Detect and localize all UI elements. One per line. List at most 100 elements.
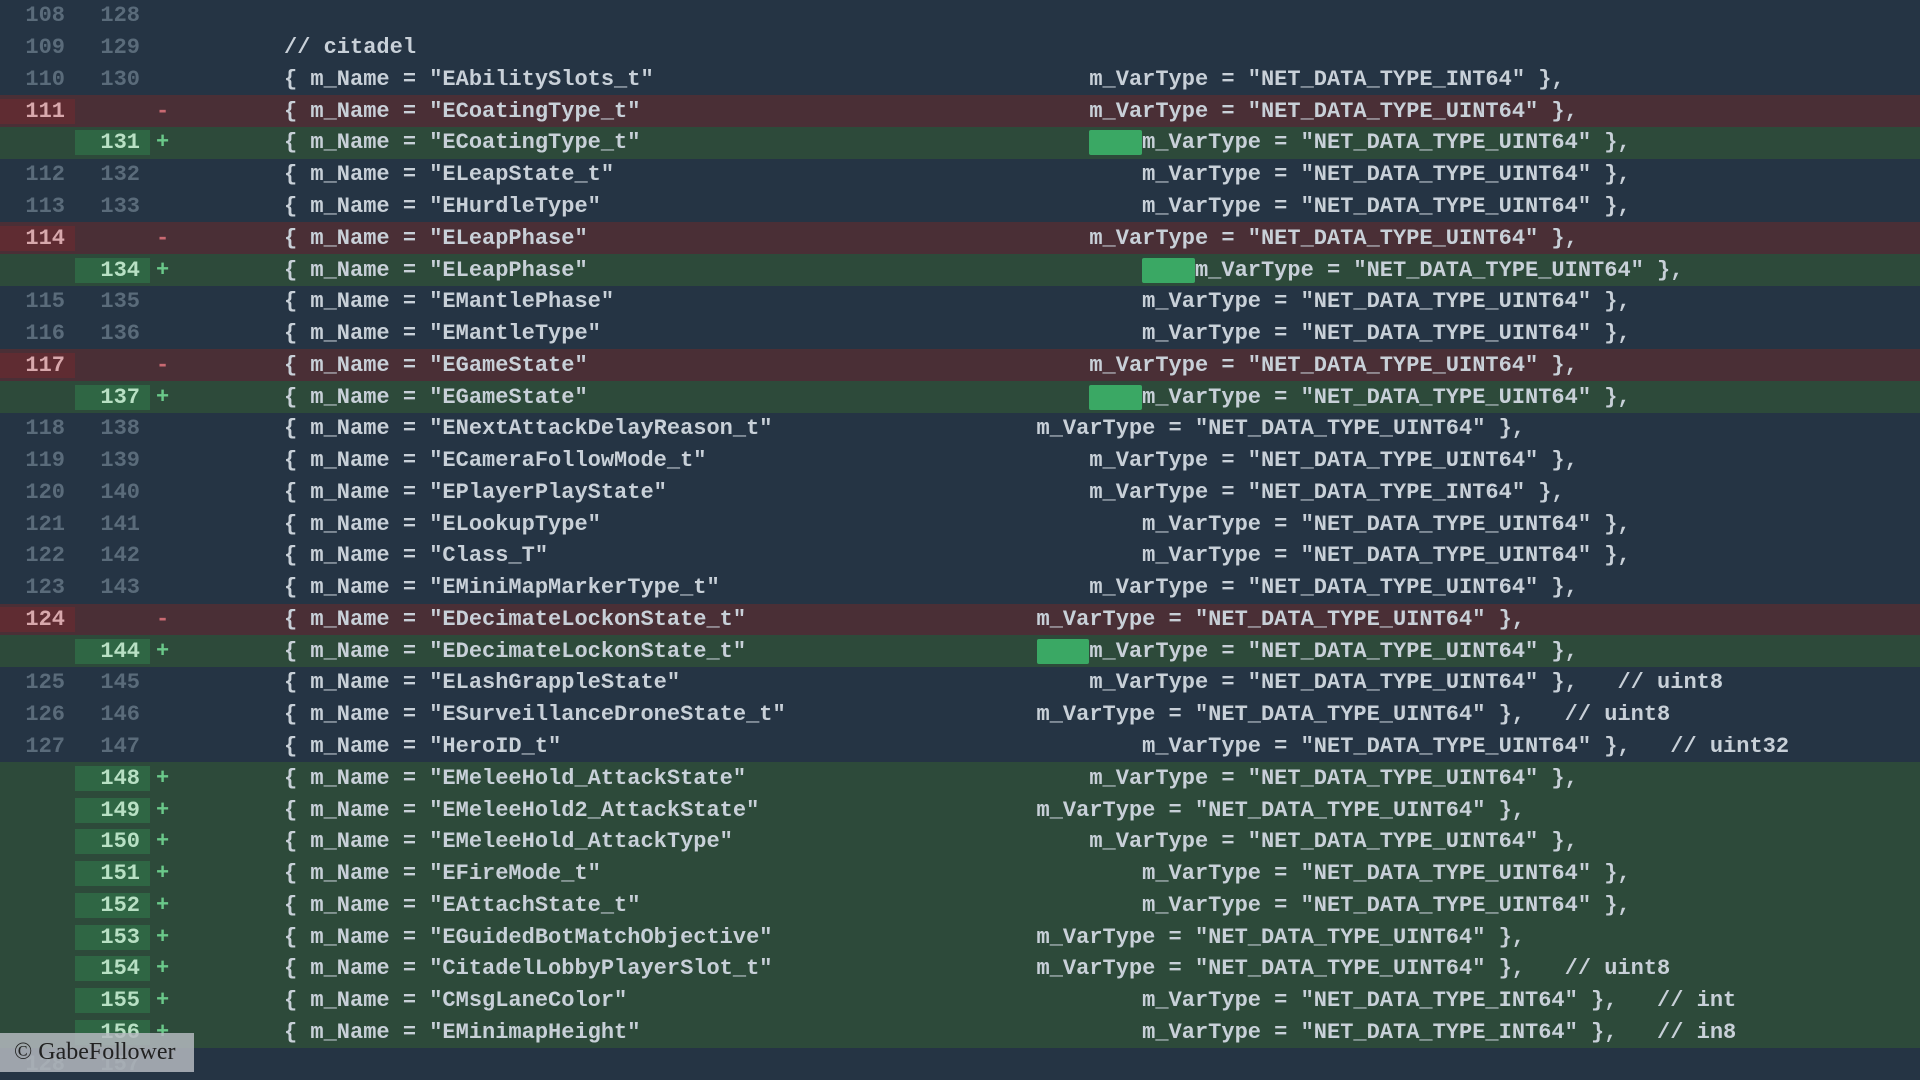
line-number-new: 138	[75, 416, 150, 441]
line-number-old: 114	[0, 226, 75, 251]
code-content: // citadel	[184, 35, 1920, 60]
line-number-new: 143	[75, 575, 150, 600]
diff-row[interactable]: 122142 { m_Name = "Class_T" m_VarType = …	[0, 540, 1920, 572]
diff-row[interactable]: 134+{ m_Name = "ELeapPhase" m_VarType = …	[0, 254, 1920, 286]
line-number-new: 154	[75, 956, 150, 981]
diff-sign: +	[150, 130, 184, 155]
diff-row[interactable]: 125145 { m_Name = "ELashGrappleState" m_…	[0, 667, 1920, 699]
code-content: { m_Name = "EHurdleType" m_VarType = "NE…	[184, 194, 1920, 219]
line-number-new: 134	[75, 258, 150, 283]
diff-row[interactable]: 153+{ m_Name = "EGuidedBotMatchObjective…	[0, 921, 1920, 953]
diff-row[interactable]: 124 -{ m_Name = "EDecimateLockonState_t" …	[0, 604, 1920, 636]
code-content: { m_Name = "EAbilitySlots_t" m_VarType =…	[184, 67, 1920, 92]
diff-row[interactable]: 149+{ m_Name = "EMeleeHold2_AttackState"…	[0, 794, 1920, 826]
code-content: { m_Name = "EMinimapHeight" m_VarType = …	[184, 1020, 1920, 1045]
line-number-old: 126	[0, 702, 75, 727]
line-number-old: 118	[0, 416, 75, 441]
code-content: { m_Name = "ESurveillanceDroneState_t" m…	[184, 702, 1920, 727]
line-number-new: 145	[75, 670, 150, 695]
diff-row[interactable]: 119139 { m_Name = "ECameraFollowMode_t" …	[0, 445, 1920, 477]
diff-row[interactable]: 118138 { m_Name = "ENextAttackDelayReaso…	[0, 413, 1920, 445]
line-number-new: 142	[75, 543, 150, 568]
diff-sign: -	[150, 607, 184, 632]
line-number-new: 139	[75, 448, 150, 473]
diff-row[interactable]: 144+{ m_Name = "EDecimateLockonState_t" …	[0, 635, 1920, 667]
diff-sign: +	[150, 798, 184, 823]
diff-row[interactable]: 116136 { m_Name = "EMantleType" m_VarTyp…	[0, 318, 1920, 350]
line-number-old: 124	[0, 607, 75, 632]
diff-row[interactable]: 112132 { m_Name = "ELeapState_t" m_VarTy…	[0, 159, 1920, 191]
code-content: { m_Name = "EGuidedBotMatchObjective" m_…	[184, 925, 1920, 950]
diff-row[interactable]: 152+{ m_Name = "EAttachState_t" m_VarTyp…	[0, 889, 1920, 921]
line-number-old: 116	[0, 321, 75, 346]
diff-sign	[150, 162, 184, 187]
line-number-new: 150	[75, 829, 150, 854]
code-content: { m_Name = "EMiniMapMarkerType_t" m_VarT…	[184, 575, 1920, 600]
diff-row[interactable]: 109129 // citadel	[0, 32, 1920, 64]
code-content: { m_Name = "EDecimateLockonState_t" m_Va…	[184, 607, 1920, 632]
line-number-new: 136	[75, 321, 150, 346]
line-number-new: 129	[75, 35, 150, 60]
watermark-label: © GabeFollower	[0, 1033, 194, 1072]
inline-add-highlight	[1089, 130, 1142, 155]
code-content: { m_Name = "ELeapPhase" m_VarType = "NET…	[184, 258, 1920, 283]
diff-sign	[150, 448, 184, 473]
diff-row[interactable]: 127147 { m_Name = "HeroID_t" m_VarType =…	[0, 731, 1920, 763]
line-number-old: 111	[0, 99, 75, 124]
code-content: { m_Name = "ECameraFollowMode_t" m_VarTy…	[184, 448, 1920, 473]
line-number-new: 128	[75, 3, 150, 28]
diff-row[interactable]: 121141 { m_Name = "ELookupType" m_VarTyp…	[0, 508, 1920, 540]
diff-row[interactable]: 154+{ m_Name = "CitadelLobbyPlayerSlot_t…	[0, 953, 1920, 985]
diff-row[interactable]: 114-{ m_Name = "ELeapPhase" m_VarType = …	[0, 222, 1920, 254]
line-number-new: 149	[75, 798, 150, 823]
diff-sign: -	[150, 99, 184, 124]
line-number-new: 137	[75, 385, 150, 410]
diff-sign: +	[150, 639, 184, 664]
diff-row[interactable]: 128157	[0, 1048, 1920, 1080]
code-content: { m_Name = "EMantleType" m_VarType = "NE…	[184, 321, 1920, 346]
line-number-new: 148	[75, 766, 150, 791]
line-number-old: 119	[0, 448, 75, 473]
diff-row[interactable]: 156+{ m_Name = "EMinimapHeight" m_VarTyp…	[0, 1017, 1920, 1049]
diff-row[interactable]: 113133 { m_Name = "EHurdleType" m_VarTyp…	[0, 191, 1920, 223]
line-number-new: 132	[75, 162, 150, 187]
diff-row[interactable]: 126146 { m_Name = "ESurveillanceDroneSta…	[0, 699, 1920, 731]
diff-row[interactable]: 155+{ m_Name = "CMsgLaneColor" m_VarType…	[0, 985, 1920, 1017]
line-number-old: 110	[0, 67, 75, 92]
diff-sign: +	[150, 925, 184, 950]
diff-row[interactable]: 120140 { m_Name = "EPlayerPlayState" m_V…	[0, 476, 1920, 508]
code-content: { m_Name = "EMeleeHold2_AttackState" m_V…	[184, 798, 1920, 823]
diff-row[interactable]: 150+{ m_Name = "EMeleeHold_AttackType" m…	[0, 826, 1920, 858]
diff-row[interactable]: 115135 { m_Name = "EMantlePhase" m_VarTy…	[0, 286, 1920, 318]
diff-sign	[150, 194, 184, 219]
diff-sign: -	[150, 226, 184, 251]
diff-sign	[150, 35, 184, 60]
diff-sign	[150, 321, 184, 346]
code-content: { m_Name = "EFireMode_t" m_VarType = "NE…	[184, 861, 1920, 886]
diff-sign: +	[150, 988, 184, 1013]
line-number-new: 133	[75, 194, 150, 219]
diff-sign	[150, 734, 184, 759]
diff-sign: +	[150, 829, 184, 854]
diff-row[interactable]: 137+{ m_Name = "EGameState" m_VarType = …	[0, 381, 1920, 413]
code-content: { m_Name = "ENextAttackDelayReason_t" m_…	[184, 416, 1920, 441]
code-content: { m_Name = "EPlayerPlayState" m_VarType …	[184, 480, 1920, 505]
diff-sign: +	[150, 956, 184, 981]
code-content: { m_Name = "ELookupType" m_VarType = "NE…	[184, 512, 1920, 537]
diff-row[interactable]: 111-{ m_Name = "ECoatingType_t" m_VarTyp…	[0, 95, 1920, 127]
inline-add-highlight	[1142, 258, 1195, 283]
diff-row[interactable]: 110130 { m_Name = "EAbilitySlots_t" m_Va…	[0, 64, 1920, 96]
diff-row[interactable]: 108128	[0, 0, 1920, 32]
diff-row[interactable]: 151+{ m_Name = "EFireMode_t" m_VarType =…	[0, 858, 1920, 890]
diff-sign	[150, 3, 184, 28]
code-content: { m_Name = "EGameState" m_VarType = "NET…	[184, 385, 1920, 410]
diff-row[interactable]: 123143 { m_Name = "EMiniMapMarkerType_t"…	[0, 572, 1920, 604]
diff-row[interactable]: 148+{ m_Name = "EMeleeHold_AttackState" …	[0, 762, 1920, 794]
diff-row[interactable]: 117-{ m_Name = "EGameState" m_VarType = …	[0, 349, 1920, 381]
line-number-old: 121	[0, 512, 75, 537]
diff-sign	[150, 670, 184, 695]
line-number-old: 113	[0, 194, 75, 219]
code-content: { m_Name = "EMeleeHold_AttackState" m_Va…	[184, 766, 1920, 791]
diff-sign: +	[150, 893, 184, 918]
diff-row[interactable]: 131+{ m_Name = "ECoatingType_t" m_VarTyp…	[0, 127, 1920, 159]
